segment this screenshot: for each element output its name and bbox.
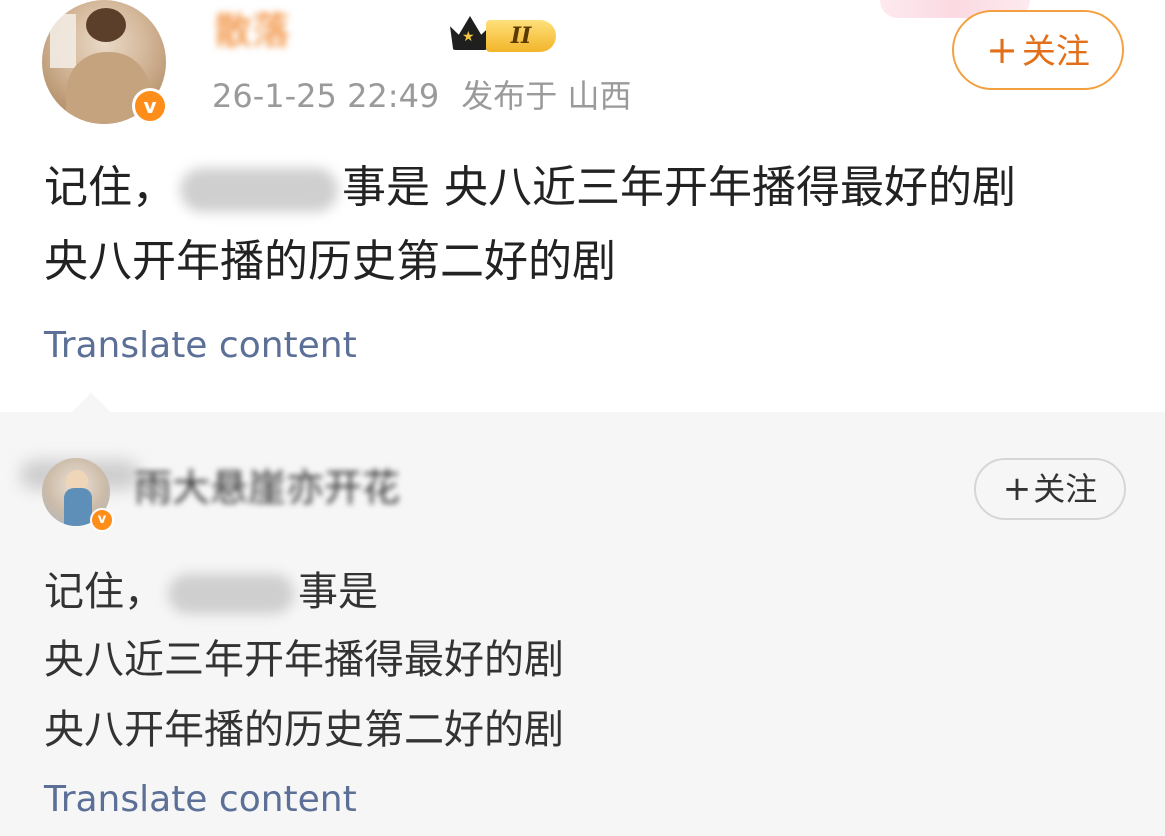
post-text-line: 央八开年播的历史第二好的剧 — [44, 236, 616, 287]
follow-label: 关注 — [1021, 32, 1090, 72]
post-text-suffix: 事是 央八近三年开年播得最好的剧 — [342, 162, 1016, 213]
translate-link[interactable]: Translate content — [44, 324, 357, 368]
repost-text-line: 央八开年播的历史第二好的剧 — [44, 707, 564, 753]
star-icon: ★ — [462, 29, 475, 45]
repost-author-name[interactable]: 雨大悬崖亦开花 — [134, 464, 400, 512]
redacted-text — [168, 574, 294, 614]
member-rank-badge[interactable]: ★ II — [448, 12, 566, 56]
repost-translate-link[interactable]: Translate content — [44, 778, 357, 822]
repost-card: v 雨大悬崖亦开花 +关注 记住， 事是 央八近三年开年播得最好的剧 央八开年播的… — [0, 392, 1165, 836]
author-avatar[interactable]: v — [42, 0, 172, 124]
repost-text-prefix: 记住， — [44, 569, 164, 615]
plus-icon: + — [1002, 469, 1032, 509]
weibo-post-screen: v 散落 ★ II 26-1-25 22:49 发布于 山西 + 关注 记住， 事是 … — [0, 0, 1165, 836]
verified-badge-icon: v — [132, 88, 168, 124]
follow-label: 关注 — [1033, 470, 1098, 508]
redacted-text — [180, 168, 338, 212]
follow-button[interactable]: + 关注 — [952, 10, 1124, 90]
avatar-hair — [86, 8, 126, 42]
avatar-figure — [64, 488, 92, 526]
post-meta: 26-1-25 22:49 发布于 山西 — [212, 76, 631, 116]
author-name[interactable]: 散落 — [214, 8, 290, 54]
post-date: 26-1-25 22:49 — [212, 77, 440, 115]
repost-text-line: 记住， 事是 — [44, 566, 378, 618]
repost-follow-button[interactable]: +关注 — [974, 458, 1126, 520]
verified-badge-icon: v — [90, 508, 114, 532]
repost-text-suffix: 事是 — [298, 569, 378, 615]
avatar-window — [50, 14, 76, 68]
rank-label: II — [486, 20, 556, 52]
post-location: 发布于 山西 — [461, 77, 632, 115]
plus-icon: + — [986, 28, 1018, 72]
post-text-prefix: 记住， — [44, 162, 176, 213]
repost-text-line: 央八近三年开年播得最好的剧 — [44, 637, 564, 683]
main-post: v 散落 ★ II 26-1-25 22:49 发布于 山西 + 关注 记住， 事是 … — [0, 0, 1165, 412]
post-text-line: 记住， 事是 央八近三年开年播得最好的剧 — [44, 160, 1016, 216]
